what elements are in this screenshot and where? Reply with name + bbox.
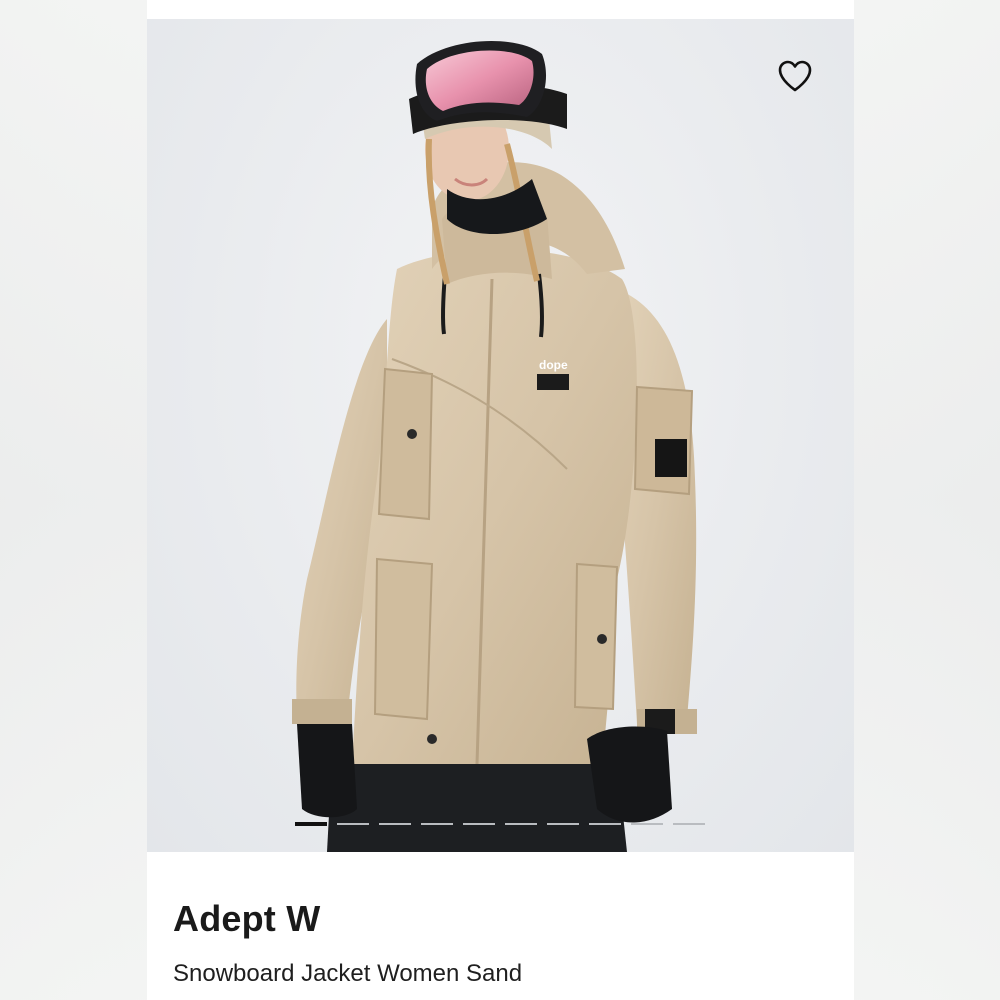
- gallery-indicator-6[interactable]: [505, 823, 537, 825]
- product-image[interactable]: dope: [147, 19, 854, 852]
- svg-text:dope: dope: [539, 358, 568, 372]
- left-blur-border: [0, 0, 147, 1000]
- gallery-indicator-4[interactable]: [421, 823, 453, 825]
- gallery-indicator-7[interactable]: [547, 823, 579, 825]
- product-subtitle: Snowboard Jacket Women Sand: [173, 960, 523, 987]
- gallery-indicator-8[interactable]: [589, 823, 621, 825]
- gallery-indicator-10[interactable]: [673, 823, 705, 825]
- right-blur-border: [854, 0, 1000, 1000]
- product-title[interactable]: Adept W: [173, 898, 320, 940]
- product-card[interactable]: dope Adept W Snowboard Jacket Women Sand: [147, 0, 854, 1000]
- gallery-indicators: [295, 822, 705, 826]
- favorite-heart-icon[interactable]: [777, 59, 813, 93]
- gallery-indicator-1[interactable]: [295, 822, 327, 826]
- gallery-indicator-9[interactable]: [631, 823, 663, 825]
- gallery-indicator-5[interactable]: [463, 823, 495, 825]
- model-illustration: dope: [292, 41, 697, 852]
- gallery-indicator-2[interactable]: [337, 823, 369, 825]
- gallery-indicator-3[interactable]: [379, 823, 411, 825]
